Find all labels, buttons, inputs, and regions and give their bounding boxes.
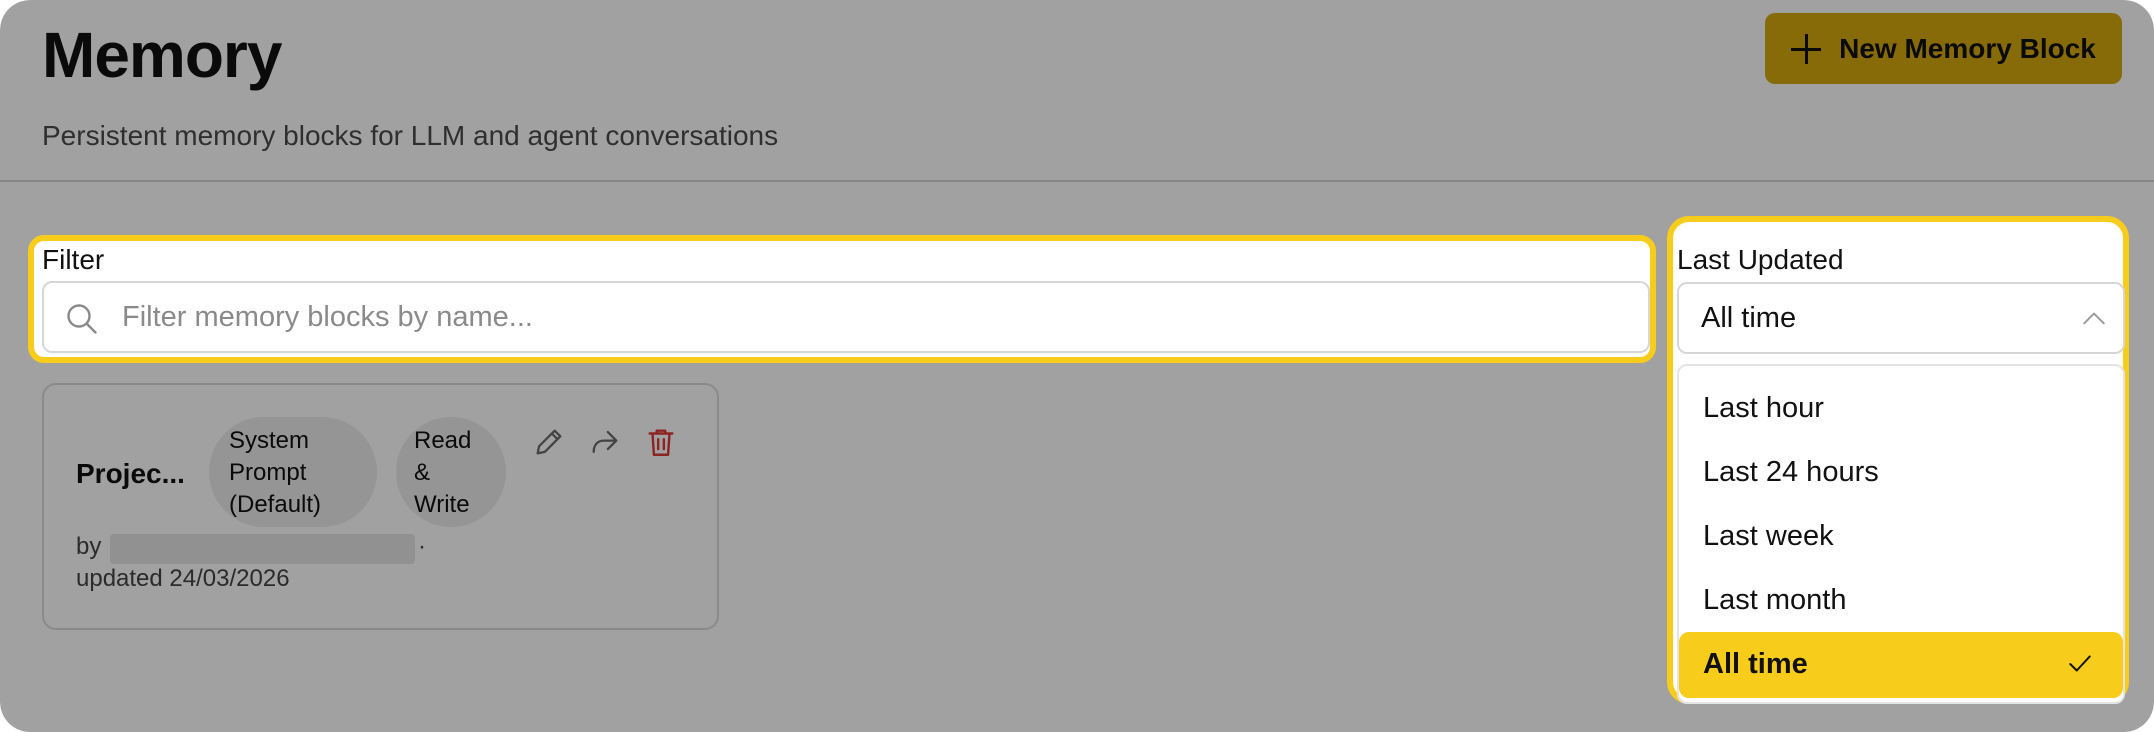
last-updated-select[interactable]: All time: [1677, 282, 2125, 354]
search-icon: [67, 304, 97, 334]
last-updated-options: Last hour Last 24 hours Last week Last m…: [1677, 364, 2125, 704]
option-last-hour[interactable]: Last hour: [1679, 376, 2123, 440]
option-all-time-label: All time: [1703, 648, 1808, 680]
last-updated-section: Last Updated All time Last hour Last 24 …: [1667, 216, 2129, 704]
option-last-week[interactable]: Last week: [1679, 504, 2123, 568]
option-last-24-hours[interactable]: Last 24 hours: [1679, 440, 2123, 504]
search-input[interactable]: Filter memory blocks by name...: [42, 281, 1650, 353]
filter-section: Filter Filter memory blocks by name...: [28, 235, 1656, 363]
memory-page: Memory Persistent memory blocks for LLM …: [0, 0, 2154, 732]
search-placeholder: Filter memory blocks by name...: [122, 301, 533, 333]
check-icon: [2069, 655, 2091, 672]
option-all-time[interactable]: All time: [1679, 632, 2123, 698]
filter-label: Filter: [42, 244, 105, 275]
last-updated-value: All time: [1701, 302, 1797, 334]
last-updated-label: Last Updated: [1677, 244, 1844, 275]
chevron-up-icon: [2083, 312, 2105, 325]
option-last-month[interactable]: Last month: [1679, 568, 2123, 632]
